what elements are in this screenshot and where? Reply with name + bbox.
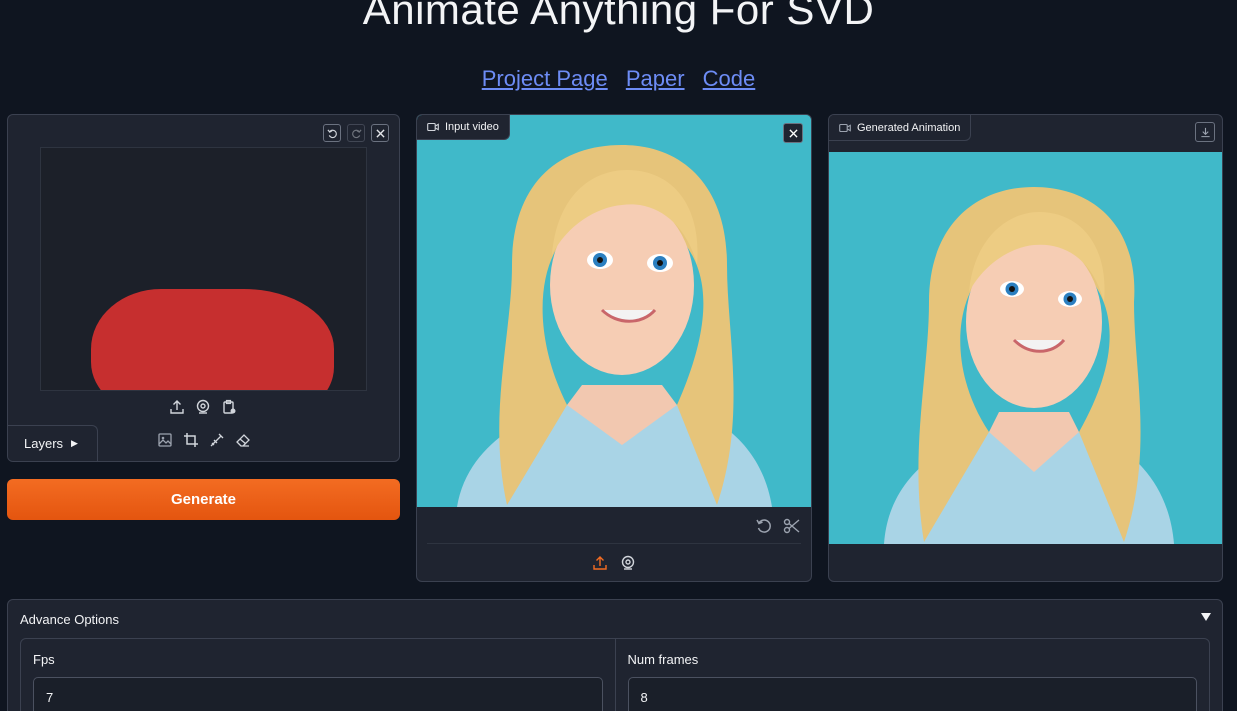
mask-brush-stroke [91,289,334,390]
brush-tool-button[interactable] [209,432,225,453]
fps-field: Fps 7 [21,639,615,711]
redo-icon [351,128,362,138]
close-icon [788,128,798,138]
image-icon [158,433,172,447]
upload-icon [170,400,184,414]
trim-button[interactable] [783,517,801,540]
layers-label: Layers [24,436,64,451]
upload-icon [593,556,607,570]
clear-video-button[interactable] [783,123,803,143]
num-frames-input[interactable]: 8 [627,677,1197,711]
clipboard-icon [223,399,236,414]
paste-button[interactable] [221,399,237,420]
clear-button[interactable] [371,124,389,142]
crop-tool-button[interactable] [183,432,199,453]
portrait-image [829,152,1222,544]
caret-right-icon: ▶ [71,438,78,448]
project-page-link[interactable]: Project Page [482,66,608,91]
paper-link[interactable]: Paper [626,66,685,91]
download-icon [1200,127,1210,137]
close-icon [375,128,385,138]
undo-button[interactable] [323,124,341,142]
upload-button[interactable] [169,399,185,420]
redo-button[interactable] [347,124,365,142]
video-icon [839,123,851,132]
num-frames-label: Num frames [627,652,699,667]
undo-icon [326,128,337,138]
code-link[interactable]: Code [703,66,756,91]
upload-button[interactable] [592,555,608,576]
crop-icon [184,433,198,447]
advance-options-body: Fps 7 Num frames 8 [20,638,1210,711]
source-toolbar [169,399,237,420]
input-video-tag: Input video [417,115,510,140]
edit-toolbar [157,432,251,453]
generated-animation-tag: Generated Animation [829,115,972,141]
generated-animation-panel: Generated Animation [828,114,1223,582]
generated-animation-preview[interactable] [829,152,1222,544]
video-icon [427,122,439,132]
mask-editor-panel: Layers ▶ [7,114,400,462]
fps-input[interactable]: 7 [33,677,603,711]
caret-down-icon[interactable] [1200,610,1212,628]
portrait-image [417,115,811,507]
advance-options-accordion: Advance Options Fps 7 Num frames 8 [7,599,1223,711]
image-tool-button[interactable] [157,432,173,453]
video-controls [755,517,801,540]
eraser-tool-button[interactable] [235,432,251,453]
brush-icon [210,433,224,447]
header-links: Project Page Paper Code [0,66,1237,92]
eraser-icon [236,434,250,447]
page-title: Animate Anything For SVD [362,0,875,33]
video-source-toolbar [592,555,636,576]
drawing-canvas[interactable] [40,147,367,391]
generated-animation-label: Generated Animation [857,121,961,134]
input-video-label: Input video [445,121,499,133]
reset-icon [756,519,771,533]
webcam-icon [621,555,635,570]
webcam-icon [196,399,210,414]
input-video-preview[interactable] [417,115,811,507]
webcam-button[interactable] [620,555,636,576]
fps-label: Fps [33,652,55,667]
input-video-panel: Input video [416,114,812,582]
layers-toggle[interactable]: Layers ▶ [8,425,98,461]
scissors-icon [783,518,800,534]
reset-button[interactable] [755,517,773,540]
divider [427,543,801,544]
webcam-button[interactable] [195,399,211,420]
download-button[interactable] [1195,122,1215,142]
advance-options-header[interactable]: Advance Options [20,612,119,627]
generate-button[interactable]: Generate [7,479,400,520]
num-frames-field: Num frames 8 [614,639,1210,711]
